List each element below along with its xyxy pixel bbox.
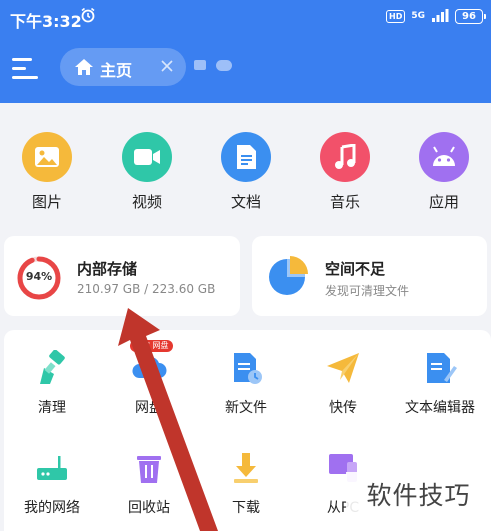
- watermark: 软件技巧: [346, 472, 491, 520]
- annotation-arrow: [118, 308, 218, 531]
